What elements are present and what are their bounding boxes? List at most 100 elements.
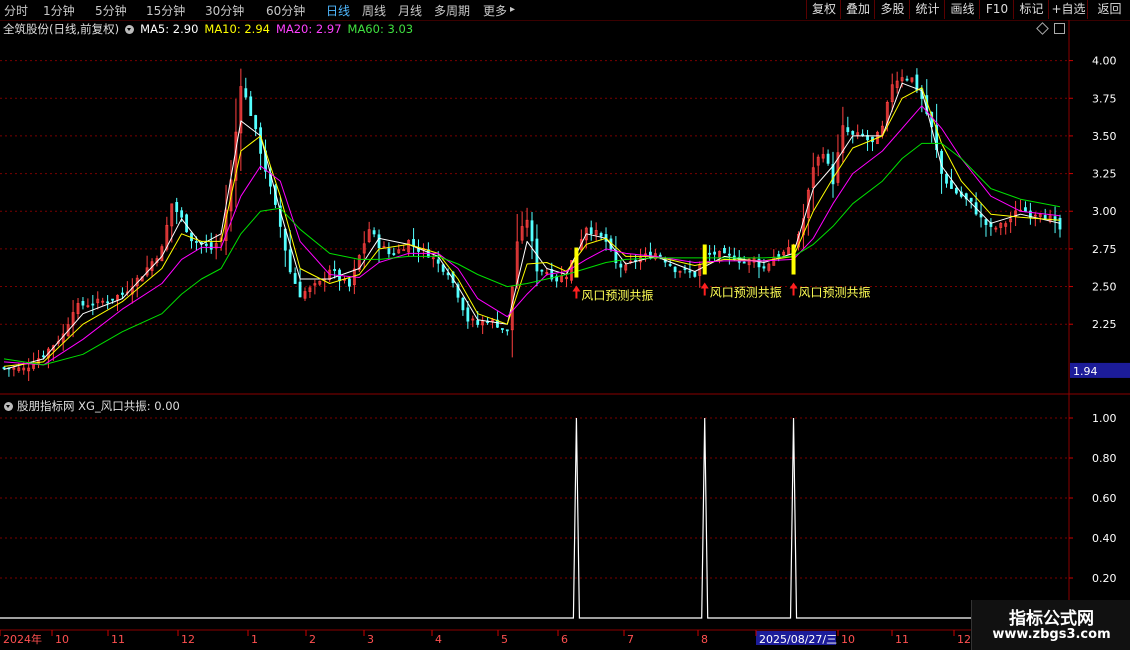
period-tab-time[interactable]: 分时 bbox=[4, 2, 28, 19]
candle-body bbox=[959, 191, 963, 197]
back-button[interactable]: 返回 bbox=[1087, 0, 1130, 19]
date-cursor-box bbox=[756, 631, 836, 645]
candle-body bbox=[806, 189, 810, 218]
candle-body bbox=[362, 243, 366, 254]
candle-body bbox=[1014, 210, 1017, 217]
period-tab-5m[interactable]: 5分钟 bbox=[95, 2, 127, 19]
candle-body bbox=[426, 249, 430, 258]
candle-body bbox=[180, 210, 184, 218]
period-tab-day[interactable]: 日线 bbox=[326, 2, 350, 19]
signal-bar bbox=[791, 244, 796, 275]
overlay-button[interactable]: 叠加 bbox=[840, 0, 875, 19]
f10-button[interactable]: F10 bbox=[979, 0, 1014, 19]
add-watchlist-button[interactable]: +自选 bbox=[1048, 0, 1088, 19]
candle-body bbox=[61, 333, 65, 343]
chevron-right-icon[interactable]: ▸ bbox=[510, 4, 515, 15]
candle-body bbox=[979, 213, 983, 218]
candle-body bbox=[856, 132, 860, 136]
candle-body bbox=[594, 230, 598, 236]
candle-body bbox=[446, 272, 450, 276]
candle-body bbox=[71, 312, 75, 326]
candle-body bbox=[441, 264, 445, 272]
candle-body bbox=[382, 246, 386, 248]
candle-body bbox=[130, 287, 134, 295]
indicator-value: XG_风口共振: 0.00 bbox=[78, 399, 180, 413]
candle-body bbox=[782, 251, 786, 256]
candle-body bbox=[308, 287, 312, 292]
mark-button[interactable]: 标记 bbox=[1013, 0, 1049, 19]
candle-body bbox=[471, 318, 475, 321]
restore-rights-button[interactable]: 复权 bbox=[806, 0, 841, 19]
candle-body bbox=[456, 284, 460, 298]
candle-body bbox=[649, 251, 652, 259]
candle-body bbox=[86, 305, 90, 308]
candle-body bbox=[668, 264, 672, 266]
draw-line-button[interactable]: 画线 bbox=[944, 0, 980, 19]
candle-body bbox=[787, 247, 790, 256]
time-tick-label: 5 bbox=[501, 633, 508, 646]
candle-body bbox=[589, 227, 593, 235]
candle-body bbox=[614, 249, 618, 264]
candle-body bbox=[599, 232, 603, 237]
candle-body bbox=[274, 185, 277, 205]
multi-stock-button[interactable]: 多股 bbox=[874, 0, 910, 19]
candle-body bbox=[920, 88, 924, 99]
candle-body bbox=[116, 294, 119, 301]
period-tab-1m[interactable]: 1分钟 bbox=[43, 2, 75, 19]
candle-body bbox=[634, 259, 638, 262]
candle-body bbox=[81, 301, 85, 306]
candle-body bbox=[550, 269, 554, 280]
watermark-title: 指标公式网 bbox=[1009, 609, 1094, 629]
candle-body bbox=[999, 223, 1003, 228]
candle-body bbox=[658, 254, 662, 258]
dropdown-circle-icon[interactable] bbox=[4, 402, 13, 411]
candle-body bbox=[155, 258, 159, 264]
candle-body bbox=[737, 256, 741, 263]
candle-body bbox=[431, 257, 435, 260]
candle-body bbox=[333, 269, 337, 271]
candle-body bbox=[392, 253, 396, 255]
candle-body bbox=[713, 251, 716, 255]
candle-body bbox=[935, 125, 939, 151]
candle-body bbox=[1048, 215, 1052, 222]
candle-body bbox=[584, 227, 588, 241]
candle-body bbox=[1009, 218, 1013, 223]
candle-body bbox=[402, 249, 406, 252]
candle-body bbox=[486, 320, 489, 324]
window-icon[interactable] bbox=[1054, 23, 1065, 34]
ma60-line bbox=[3, 142, 1061, 366]
candle-body bbox=[12, 367, 16, 370]
period-tab-week[interactable]: 周线 bbox=[362, 2, 386, 19]
candle-body bbox=[752, 257, 756, 263]
candle-body bbox=[954, 187, 958, 194]
diamond-icon[interactable] bbox=[1036, 22, 1049, 35]
candle-body bbox=[56, 341, 60, 344]
candle-body bbox=[224, 209, 228, 241]
candle-body bbox=[219, 237, 223, 242]
period-tab-multi[interactable]: 多周期 bbox=[434, 2, 470, 19]
statistics-button[interactable]: 统计 bbox=[909, 0, 945, 19]
dropdown-circle-icon[interactable] bbox=[125, 25, 135, 34]
candle-body bbox=[397, 249, 401, 254]
signal-label: 风口预测共振 bbox=[799, 286, 871, 300]
candle-body bbox=[683, 268, 687, 270]
period-tab-more[interactable]: 更多 bbox=[483, 2, 507, 19]
candle-body bbox=[121, 292, 124, 295]
time-tick-label: 10 bbox=[841, 633, 855, 646]
price-tick-label: 4.00 bbox=[1092, 55, 1117, 68]
price-tick-label: 3.75 bbox=[1092, 92, 1117, 105]
candle-body bbox=[515, 241, 519, 287]
ma10-line bbox=[3, 87, 1061, 367]
candle-body bbox=[259, 127, 262, 154]
period-tab-60m[interactable]: 60分钟 bbox=[266, 2, 305, 19]
period-tab-15m[interactable]: 15分钟 bbox=[146, 2, 185, 19]
candle-body bbox=[27, 367, 31, 372]
candle-body bbox=[530, 220, 534, 242]
period-tab-30m[interactable]: 30分钟 bbox=[205, 2, 244, 19]
candle-body bbox=[915, 74, 919, 91]
candle-body bbox=[66, 324, 70, 337]
candle-body bbox=[964, 193, 968, 200]
candle-body bbox=[209, 242, 213, 250]
candle-body bbox=[47, 348, 50, 359]
period-tab-month[interactable]: 月线 bbox=[398, 2, 422, 19]
